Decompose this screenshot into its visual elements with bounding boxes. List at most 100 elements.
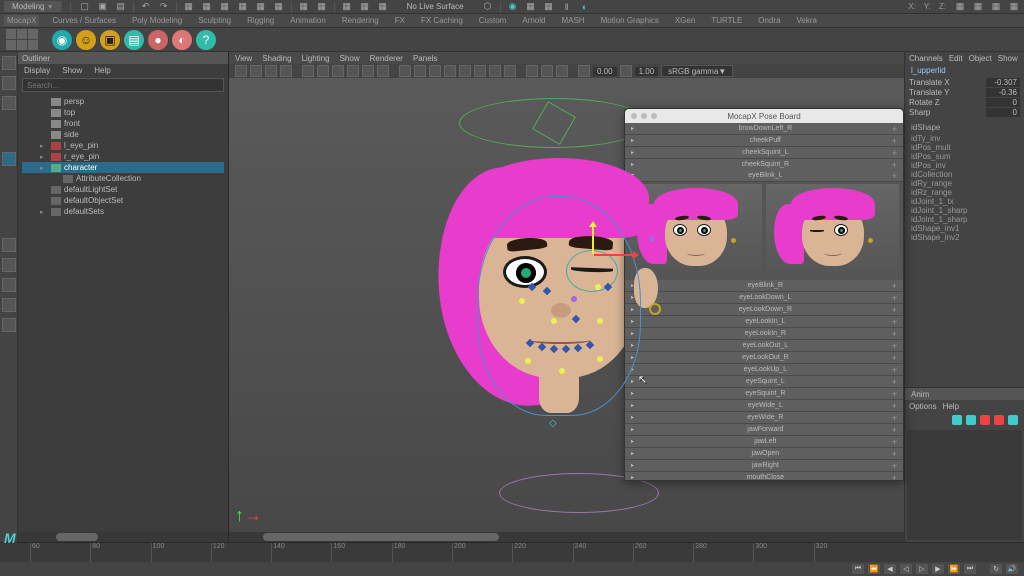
pose-row[interactable]: ▸cheekSquint_L+ — [625, 147, 903, 159]
workspace-selector[interactable]: Modeling ▼ — [4, 1, 62, 12]
tree-item-front[interactable]: front — [22, 118, 224, 129]
paint-tool[interactable] — [2, 96, 16, 110]
layout-icon-3[interactable]: ▦ — [990, 1, 1002, 13]
layout-icon-1[interactable]: ▦ — [954, 1, 966, 13]
shape-item[interactable]: idTy_inv — [911, 134, 1018, 143]
pose-thumbnail-blink[interactable] — [766, 184, 899, 278]
anim-key-cyan3-icon[interactable] — [1008, 415, 1018, 425]
window-min-icon[interactable] — [641, 113, 647, 119]
control-point[interactable] — [551, 318, 557, 324]
head-control-ring[interactable] — [459, 98, 649, 148]
shelf-record-icon[interactable]: ● — [148, 30, 168, 50]
lasso-tool[interactable] — [2, 76, 16, 90]
vp-select-cam-icon[interactable] — [235, 65, 247, 77]
show-manip-tool[interactable] — [2, 298, 16, 312]
shelf-tab-curves[interactable]: Curves / Surfaces — [49, 15, 119, 26]
construct-icon[interactable]: ◉ — [507, 1, 519, 13]
sym-y-icon[interactable]: ▦ — [359, 1, 371, 13]
snap-point-icon[interactable]: ▦ — [237, 1, 249, 13]
shelf-tab-anim[interactable]: Animation — [287, 15, 329, 26]
control-point[interactable] — [519, 298, 525, 304]
vp-shadows-icon[interactable] — [459, 65, 471, 77]
go-to-start-button[interactable]: ⏮ — [852, 564, 864, 574]
last-tool[interactable] — [2, 278, 16, 292]
shape-item[interactable]: idRy_range — [911, 179, 1018, 188]
tree-item-persp[interactable]: persp — [22, 96, 224, 107]
pose-row[interactable]: ▸eyeWide_L+ — [625, 400, 903, 412]
pose-row[interactable]: ▸eyeSquint_L+ — [625, 376, 903, 388]
anim-key-red-icon[interactable] — [980, 415, 990, 425]
control-point[interactable] — [597, 318, 603, 324]
anim-key-red2-icon[interactable] — [994, 415, 1004, 425]
control-point[interactable] — [571, 296, 577, 302]
gizmo-y-axis[interactable] — [592, 226, 594, 254]
shelf-tab-fx[interactable]: FX — [392, 15, 408, 26]
viewport-scrollbar[interactable] — [229, 532, 904, 542]
shelf-layout-grid[interactable] — [6, 29, 38, 50]
pose-row[interactable]: ▸cheekSquint_R+ — [625, 159, 903, 170]
tree-item-top[interactable]: top — [22, 107, 224, 118]
pose-row[interactable]: ▸jawRight+ — [625, 460, 903, 472]
outliner-menu-help[interactable]: Help — [94, 66, 110, 75]
tree-item-objset[interactable]: defaultObjectSet — [22, 195, 224, 206]
vp-smooth-shade-icon[interactable] — [414, 65, 426, 77]
time-slider[interactable]: M 60 80 100 120 140 160 180 200 220 240 … — [0, 542, 1024, 562]
vp-range-value[interactable]: 1.00 — [635, 67, 659, 76]
cb-tab-edit[interactable]: Edit — [949, 54, 963, 63]
window-close-icon[interactable] — [631, 113, 637, 119]
sym-z-icon[interactable]: ▦ — [377, 1, 389, 13]
shape-item[interactable]: idJoint_1_tx — [911, 197, 1018, 206]
audio-button[interactable]: 🔊 — [1006, 564, 1018, 574]
tree-item-side[interactable]: side — [22, 129, 224, 140]
render-icon[interactable]: ▦ — [298, 1, 310, 13]
anim-layers-list[interactable] — [907, 430, 1022, 540]
pose-row[interactable]: ▸eyeLookIn_R+ — [625, 328, 903, 340]
shape-item[interactable]: idPos_sum — [911, 152, 1018, 161]
vp-film-gate-icon[interactable] — [317, 65, 329, 77]
tree-item-reyepin[interactable]: ▸r_eye_pin — [22, 151, 224, 162]
pose-row[interactable]: ▸eyeLookOut_L+ — [625, 340, 903, 352]
tree-item-attrcoll[interactable]: AttributeCollection — [22, 173, 224, 184]
snap-curve-icon[interactable]: ▦ — [219, 1, 231, 13]
pose-board-titlebar[interactable]: MocapX Pose Board — [625, 109, 903, 123]
vp-image-plane-icon[interactable] — [265, 65, 277, 77]
layout-icon-4[interactable]: ▦ — [1008, 1, 1020, 13]
scale-tool[interactable] — [2, 258, 16, 272]
vp-safe-action-icon[interactable] — [377, 65, 389, 77]
shape-item[interactable]: idPos_mult — [911, 143, 1018, 152]
anim-menu-options[interactable]: Options — [909, 402, 937, 411]
shelf-tab-fxcache[interactable]: FX Caching — [418, 15, 466, 26]
snap-plane-icon[interactable]: ▦ — [255, 1, 267, 13]
channel-rz[interactable]: Rotate Z0 — [909, 97, 1020, 107]
shelf-tab-custom[interactable]: Custom — [476, 15, 510, 26]
layout-icon-2[interactable]: ▦ — [972, 1, 984, 13]
shelf-tab-mograph[interactable]: Motion Graphics — [598, 15, 662, 26]
vp-wireframe-icon[interactable] — [399, 65, 411, 77]
play-forward-button[interactable]: ▷ — [916, 564, 928, 574]
play-back-button[interactable]: ◁ — [900, 564, 912, 574]
anim-menu-help[interactable]: Help — [943, 402, 959, 411]
shelf-tab-rigging[interactable]: Rigging — [244, 15, 277, 26]
shelf-connect-icon[interactable]: ◐ — [172, 30, 192, 50]
pose-row[interactable]: ▸eyeLookOut_R+ — [625, 352, 903, 364]
vp-anti-alias-icon[interactable] — [504, 65, 516, 77]
vp-xray-joints-icon[interactable] — [556, 65, 568, 77]
shelf-tab-mash[interactable]: MASH — [558, 15, 587, 26]
loop-button[interactable]: ↻ — [990, 564, 1002, 574]
ipr-icon[interactable]: ▦ — [316, 1, 328, 13]
select-tool[interactable] — [2, 56, 16, 70]
control-point[interactable] — [595, 284, 601, 290]
step-forward-key-button[interactable]: ⏩ — [948, 564, 960, 574]
cb-tab-channels[interactable]: Channels — [909, 54, 943, 63]
redo-icon[interactable]: ↷ — [158, 1, 170, 13]
shelf-tab-mocapx[interactable]: MocapX — [4, 15, 39, 26]
select-tool-icon[interactable]: ▦ — [183, 1, 195, 13]
pose-row[interactable]: ▸mouthClose+ — [625, 472, 903, 480]
vp-2d-pan-icon[interactable] — [280, 65, 292, 77]
vp-gamma-icon[interactable] — [620, 65, 632, 77]
vp-exposure-icon[interactable] — [578, 65, 590, 77]
shape-item[interactable]: idRz_range — [911, 188, 1018, 197]
vp-isolate-icon[interactable] — [526, 65, 538, 77]
control-point[interactable] — [597, 356, 603, 362]
pose-row[interactable]: ▸eyeLookIn_L+ — [625, 316, 903, 328]
